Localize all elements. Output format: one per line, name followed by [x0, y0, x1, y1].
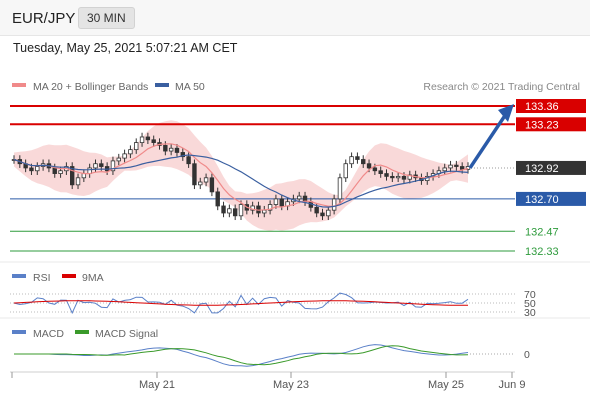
candle-body: [209, 177, 215, 193]
candle-body: [139, 136, 145, 144]
candle-body: [122, 153, 127, 159]
candle-body: [232, 208, 238, 217]
candle-body: [355, 156, 360, 160]
candle-body: [151, 139, 156, 144]
candle-body: [128, 149, 133, 155]
candle-body: [297, 195, 302, 200]
candle-body: [390, 175, 395, 179]
candle-body: [442, 167, 447, 172]
level-label-133-23: 133.23: [525, 119, 559, 131]
forecast-arrow: [468, 104, 514, 169]
macd-signal-legend-label: MACD Signal: [95, 328, 158, 340]
candle-body: [168, 147, 174, 152]
candle-body: [401, 175, 407, 180]
candle-body: [198, 181, 203, 186]
candle-body: [203, 177, 209, 183]
candle-body: [29, 167, 34, 172]
candle-body: [116, 157, 121, 162]
candle-body: [320, 212, 325, 217]
candle-body: [145, 136, 151, 141]
ma50-legend-swatch: [155, 83, 169, 87]
rsi-pane: 705030: [10, 289, 536, 319]
macd-pane: 0: [14, 344, 530, 367]
macd-signal-legend-swatch: [75, 330, 89, 334]
rsi-legend-label: RSI: [33, 272, 51, 284]
ma20-legend-label: MA 20 + Bollinger Bands: [33, 81, 148, 93]
x-tick-label: May 21: [139, 379, 175, 391]
level-label-132-70: 132.70: [525, 194, 559, 206]
candle-body: [35, 166, 40, 172]
candle-body: [75, 177, 81, 186]
ma50-legend-label: MA 50: [175, 81, 205, 93]
macd-legend-label: MACD: [33, 328, 64, 340]
candle-body: [134, 142, 139, 151]
candle-body: [238, 204, 244, 217]
candle-body: [215, 191, 220, 207]
candle-body: [378, 170, 383, 174]
candle-body: [337, 177, 343, 200]
candle-body: [361, 159, 366, 165]
level-label-132-92: 132.92: [525, 163, 559, 175]
candle-body: [326, 209, 331, 217]
level-label-132-47: 132.47: [525, 226, 559, 238]
candle-body: [395, 175, 401, 179]
forecast-arrow-shaft: [468, 113, 508, 169]
credit-text: Research © 2021 Trading Central: [423, 81, 580, 93]
rsi-level-label-30: 30: [524, 307, 536, 319]
candle-body: [174, 147, 180, 153]
ma20-legend-swatch: [12, 83, 26, 87]
candle-body: [221, 205, 226, 214]
candle-body: [81, 173, 87, 179]
candle-body: [262, 209, 267, 214]
candle-body: [314, 206, 319, 214]
candle-body: [459, 166, 465, 170]
candle-body: [279, 198, 284, 207]
candle-body: [372, 167, 378, 172]
rsi-legend-swatch: [12, 274, 26, 278]
x-tick-label: Jun 9: [499, 379, 526, 391]
rsi-ma-legend-swatch: [62, 274, 76, 278]
level-label-133-36: 133.36: [525, 101, 559, 113]
candle-body: [273, 198, 279, 205]
chart-area: MA 20 + Bollinger Bands MA 50 Research ©…: [0, 81, 590, 391]
candle-body: [343, 163, 348, 179]
candle-body: [52, 167, 57, 174]
candle-body: [58, 170, 63, 174]
x-tick-label: May 23: [273, 379, 309, 391]
rsi-ma-legend-label: 9MA: [82, 272, 104, 284]
candle-body: [384, 173, 389, 177]
candle-body: [192, 163, 197, 186]
candle-body: [93, 163, 98, 169]
macd-legend-swatch: [12, 330, 26, 334]
candle-body: [454, 164, 459, 167]
candle-body: [163, 145, 168, 152]
candle-body: [366, 163, 372, 169]
macd-zero-label: 0: [524, 349, 530, 361]
candle-body: [448, 164, 453, 169]
candle-body: [186, 156, 191, 165]
candle-body: [99, 163, 104, 167]
candle-body: [227, 208, 232, 214]
x-axis: May 21 May 23 May 25 Jun 9: [11, 372, 526, 391]
level-label-132-33: 132.33: [525, 246, 559, 258]
candle-body: [349, 156, 354, 165]
candle-body: [331, 198, 337, 211]
x-tick-label: May 25: [428, 379, 464, 391]
